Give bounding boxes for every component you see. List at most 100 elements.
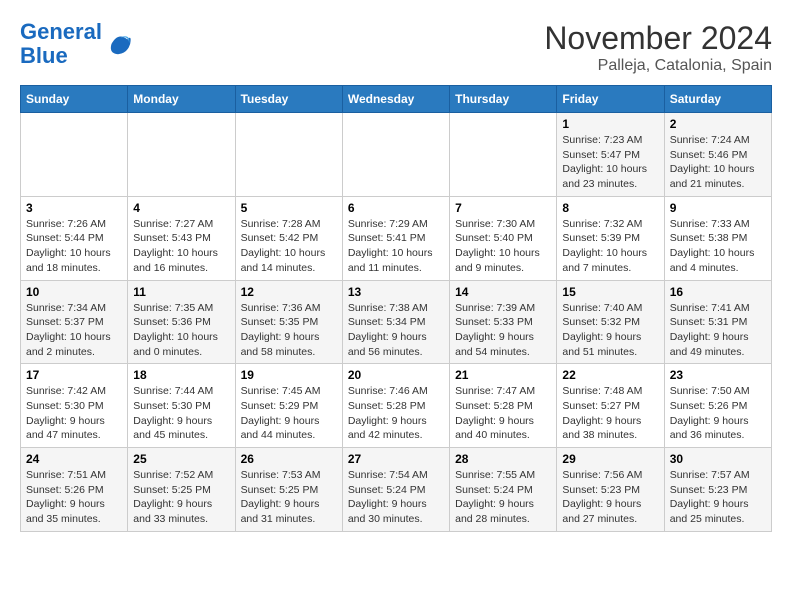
day-number: 10: [26, 285, 122, 299]
calendar-body: 1Sunrise: 7:23 AM Sunset: 5:47 PM Daylig…: [21, 113, 772, 532]
day-info: Sunrise: 7:42 AM Sunset: 5:30 PM Dayligh…: [26, 384, 122, 443]
calendar-week-row: 10 Sunrise: 7:34 AM Sunset: 5:37 PM Dayli…: [21, 280, 772, 364]
page-header: GeneralBlue November 2024 Palleja, Catal…: [20, 20, 772, 75]
day-info: Sunrise: 7:46 AM Sunset: 5:28 PM Dayligh…: [348, 384, 444, 443]
calendar-week-row: 1Sunrise: 7:23 AM Sunset: 5:47 PM Daylig…: [21, 113, 772, 197]
calendar-cell: 29 Sunrise: 7:56 AM Sunset: 5:23 PM Dayli…: [557, 448, 664, 532]
calendar-cell: 27 Sunrise: 7:54 AM Sunset: 5:24 PM Dayli…: [342, 448, 449, 532]
day-number: 3: [26, 201, 122, 215]
day-number: 24: [26, 452, 122, 466]
day-number: 28: [455, 452, 551, 466]
day-info: Sunrise: 7:34 AM Sunset: 5:37 PM Dayligh…: [26, 301, 122, 360]
calendar-table: SundayMondayTuesdayWednesdayThursdayFrid…: [20, 85, 772, 532]
day-number: 15: [562, 285, 658, 299]
calendar-week-row: 17 Sunrise: 7:42 AM Sunset: 5:30 PM Dayli…: [21, 364, 772, 448]
calendar-cell: 13Sunrise: 7:38 AM Sunset: 5:34 PM Dayli…: [342, 280, 449, 364]
day-number: 27: [348, 452, 444, 466]
day-info: Sunrise: 7:51 AM Sunset: 5:26 PM Dayligh…: [26, 468, 122, 527]
day-number: 26: [241, 452, 337, 466]
location: Palleja, Catalonia, Spain: [544, 57, 772, 75]
day-header: Thursday: [450, 86, 557, 113]
calendar-cell: 22 Sunrise: 7:48 AM Sunset: 5:27 PM Dayli…: [557, 364, 664, 448]
calendar-cell: 20Sunrise: 7:46 AM Sunset: 5:28 PM Dayli…: [342, 364, 449, 448]
day-number: 23: [670, 368, 766, 382]
day-header: Sunday: [21, 86, 128, 113]
calendar-cell: 28Sunrise: 7:55 AM Sunset: 5:24 PM Dayli…: [450, 448, 557, 532]
day-info: Sunrise: 7:50 AM Sunset: 5:26 PM Dayligh…: [670, 384, 766, 443]
day-number: 19: [241, 368, 337, 382]
day-number: 2: [670, 117, 766, 131]
day-info: Sunrise: 7:33 AM Sunset: 5:38 PM Dayligh…: [670, 217, 766, 276]
calendar-cell: 19 Sunrise: 7:45 AM Sunset: 5:29 PM Dayli…: [235, 364, 342, 448]
calendar-cell: 15 Sunrise: 7:40 AM Sunset: 5:32 PM Dayli…: [557, 280, 664, 364]
day-info: Sunrise: 7:54 AM Sunset: 5:24 PM Dayligh…: [348, 468, 444, 527]
calendar-cell: [235, 113, 342, 197]
calendar-cell: 23 Sunrise: 7:50 AM Sunset: 5:26 PM Dayli…: [664, 364, 771, 448]
calendar-cell: [342, 113, 449, 197]
day-number: 4: [133, 201, 229, 215]
logo-text: GeneralBlue: [20, 20, 102, 68]
day-number: 21: [455, 368, 551, 382]
calendar-cell: 14 Sunrise: 7:39 AM Sunset: 5:33 PM Dayli…: [450, 280, 557, 364]
day-number: 7: [455, 201, 551, 215]
day-header: Tuesday: [235, 86, 342, 113]
day-number: 18: [133, 368, 229, 382]
day-info: Sunrise: 7:47 AM Sunset: 5:28 PM Dayligh…: [455, 384, 551, 443]
day-number: 6: [348, 201, 444, 215]
calendar-header-row: SundayMondayTuesdayWednesdayThursdayFrid…: [21, 86, 772, 113]
day-info: Sunrise: 7:30 AM Sunset: 5:40 PM Dayligh…: [455, 217, 551, 276]
day-info: Sunrise: 7:35 AM Sunset: 5:36 PM Dayligh…: [133, 301, 229, 360]
calendar-cell: 26 Sunrise: 7:53 AM Sunset: 5:25 PM Dayli…: [235, 448, 342, 532]
calendar-week-row: 24 Sunrise: 7:51 AM Sunset: 5:26 PM Dayli…: [21, 448, 772, 532]
day-number: 12: [241, 285, 337, 299]
day-number: 17: [26, 368, 122, 382]
calendar-cell: 21 Sunrise: 7:47 AM Sunset: 5:28 PM Dayli…: [450, 364, 557, 448]
calendar-cell: 8Sunrise: 7:32 AM Sunset: 5:39 PM Daylig…: [557, 196, 664, 280]
day-info: Sunrise: 7:56 AM Sunset: 5:23 PM Dayligh…: [562, 468, 658, 527]
day-header: Monday: [128, 86, 235, 113]
day-info: Sunrise: 7:48 AM Sunset: 5:27 PM Dayligh…: [562, 384, 658, 443]
day-info: Sunrise: 7:38 AM Sunset: 5:34 PM Dayligh…: [348, 301, 444, 360]
calendar-cell: [128, 113, 235, 197]
day-info: Sunrise: 7:26 AM Sunset: 5:44 PM Dayligh…: [26, 217, 122, 276]
day-info: Sunrise: 7:44 AM Sunset: 5:30 PM Dayligh…: [133, 384, 229, 443]
day-info: Sunrise: 7:32 AM Sunset: 5:39 PM Dayligh…: [562, 217, 658, 276]
logo: GeneralBlue: [20, 20, 132, 68]
day-info: Sunrise: 7:39 AM Sunset: 5:33 PM Dayligh…: [455, 301, 551, 360]
day-number: 5: [241, 201, 337, 215]
calendar-cell: 3 Sunrise: 7:26 AM Sunset: 5:44 PM Daylig…: [21, 196, 128, 280]
calendar-cell: 18 Sunrise: 7:44 AM Sunset: 5:30 PM Dayli…: [128, 364, 235, 448]
day-header: Friday: [557, 86, 664, 113]
calendar-cell: 25 Sunrise: 7:52 AM Sunset: 5:25 PM Dayli…: [128, 448, 235, 532]
day-info: Sunrise: 7:45 AM Sunset: 5:29 PM Dayligh…: [241, 384, 337, 443]
day-number: 22: [562, 368, 658, 382]
day-info: Sunrise: 7:29 AM Sunset: 5:41 PM Dayligh…: [348, 217, 444, 276]
day-info: Sunrise: 7:52 AM Sunset: 5:25 PM Dayligh…: [133, 468, 229, 527]
day-info: Sunrise: 7:28 AM Sunset: 5:42 PM Dayligh…: [241, 217, 337, 276]
day-number: 25: [133, 452, 229, 466]
day-number: 9: [670, 201, 766, 215]
day-info: Sunrise: 7:41 AM Sunset: 5:31 PM Dayligh…: [670, 301, 766, 360]
day-number: 29: [562, 452, 658, 466]
calendar-cell: 12Sunrise: 7:36 AM Sunset: 5:35 PM Dayli…: [235, 280, 342, 364]
day-info: Sunrise: 7:40 AM Sunset: 5:32 PM Dayligh…: [562, 301, 658, 360]
day-info: Sunrise: 7:53 AM Sunset: 5:25 PM Dayligh…: [241, 468, 337, 527]
title-area: November 2024 Palleja, Catalonia, Spain: [544, 20, 772, 75]
calendar-cell: 7 Sunrise: 7:30 AM Sunset: 5:40 PM Daylig…: [450, 196, 557, 280]
day-info: Sunrise: 7:57 AM Sunset: 5:23 PM Dayligh…: [670, 468, 766, 527]
day-number: 14: [455, 285, 551, 299]
calendar-cell: 24 Sunrise: 7:51 AM Sunset: 5:26 PM Dayli…: [21, 448, 128, 532]
calendar-cell: 11Sunrise: 7:35 AM Sunset: 5:36 PM Dayli…: [128, 280, 235, 364]
day-header: Saturday: [664, 86, 771, 113]
day-info: Sunrise: 7:27 AM Sunset: 5:43 PM Dayligh…: [133, 217, 229, 276]
logo-icon: [104, 30, 132, 58]
calendar-cell: 1Sunrise: 7:23 AM Sunset: 5:47 PM Daylig…: [557, 113, 664, 197]
month-title: November 2024: [544, 20, 772, 57]
calendar-week-row: 3 Sunrise: 7:26 AM Sunset: 5:44 PM Daylig…: [21, 196, 772, 280]
day-number: 16: [670, 285, 766, 299]
calendar-cell: 6 Sunrise: 7:29 AM Sunset: 5:41 PM Daylig…: [342, 196, 449, 280]
day-number: 1: [562, 117, 658, 131]
calendar-cell: 9 Sunrise: 7:33 AM Sunset: 5:38 PM Daylig…: [664, 196, 771, 280]
day-info: Sunrise: 7:24 AM Sunset: 5:46 PM Dayligh…: [670, 133, 766, 192]
calendar-cell: 10 Sunrise: 7:34 AM Sunset: 5:37 PM Dayli…: [21, 280, 128, 364]
